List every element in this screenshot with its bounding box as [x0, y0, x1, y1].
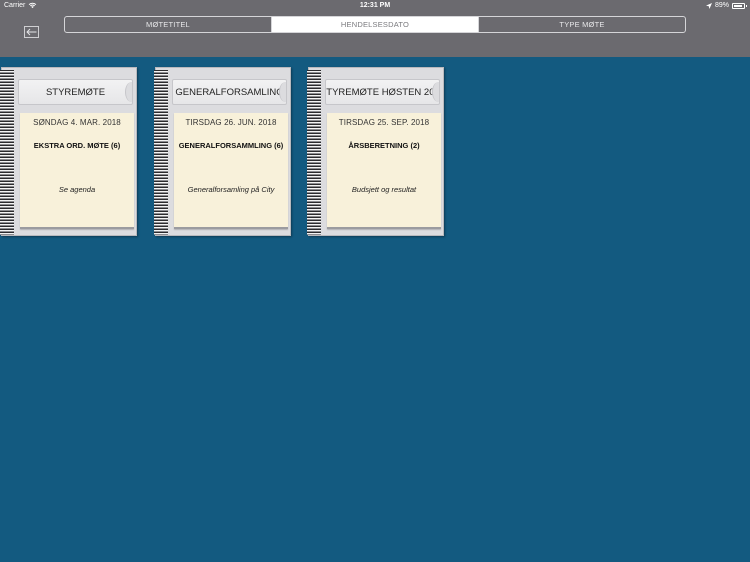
- meeting-card[interactable]: STYREMØTE SØNDAG 4. MAR. 2018 EKSTRA ORD…: [0, 67, 137, 236]
- meeting-type: EKSTRA ORD. MØTE (6): [33, 141, 121, 150]
- meeting-date: TIRSDAG 26. JUN. 2018: [185, 118, 277, 127]
- spiral-binding-icon: [307, 70, 321, 235]
- meeting-description: Se agenda: [58, 185, 96, 194]
- status-bar: Carrier 12:31 PM 89%: [0, 0, 750, 12]
- meeting-description: Generalforsamling på City: [187, 185, 275, 194]
- spiral-binding-icon: [154, 70, 168, 235]
- meeting-type: ÅRSBERETNING (2): [348, 141, 420, 150]
- meeting-title: STYREMØTE HØSTEN 2018: [325, 79, 440, 105]
- segment-hendelsesdato[interactable]: HENDELSESDATO: [271, 17, 478, 32]
- battery-fill: [734, 4, 742, 7]
- meeting-note: TIRSDAG 25. SEP. 2018 ÅRSBERETNING (2) B…: [327, 113, 441, 229]
- segment-type-mote[interactable]: TYPE MØTE: [478, 17, 685, 32]
- segment-motetittel[interactable]: MØTETITEL: [65, 17, 271, 32]
- meeting-title: STYREMØTE: [18, 79, 133, 105]
- meeting-description: Budsjett og resultat: [351, 185, 417, 194]
- meeting-card[interactable]: GENERALFORSAMLING TIRSDAG 26. JUN. 2018 …: [154, 67, 291, 236]
- meeting-date: SØNDAG 4. MAR. 2018: [33, 118, 121, 127]
- battery-icon: [732, 2, 747, 9]
- sort-segmented-control: MØTETITEL HENDELSESDATO TYPE MØTE: [64, 16, 686, 33]
- meeting-card[interactable]: STYREMØTE HØSTEN 2018 TIRSDAG 25. SEP. 2…: [307, 67, 444, 236]
- meeting-date: TIRSDAG 25. SEP. 2018: [338, 118, 430, 127]
- back-arrow-icon: [26, 28, 37, 36]
- meeting-type: GENERALFORSAMMLING (6): [178, 141, 284, 150]
- meeting-note: SØNDAG 4. MAR. 2018 EKSTRA ORD. MØTE (6)…: [20, 113, 134, 229]
- clock: 12:31 PM: [359, 2, 391, 9]
- location-arrow-icon: [705, 2, 712, 9]
- status-right: 89%: [705, 2, 747, 9]
- battery-percent: 89%: [714, 2, 729, 9]
- back-button[interactable]: [24, 26, 39, 38]
- meeting-note: TIRSDAG 26. JUN. 2018 GENERALFORSAMMLING…: [174, 113, 288, 229]
- top-bar: Carrier 12:31 PM 89% MØTETITEL HENDELSES…: [0, 0, 750, 57]
- meeting-title: GENERALFORSAMLING: [172, 79, 287, 105]
- spiral-binding-icon: [0, 70, 14, 235]
